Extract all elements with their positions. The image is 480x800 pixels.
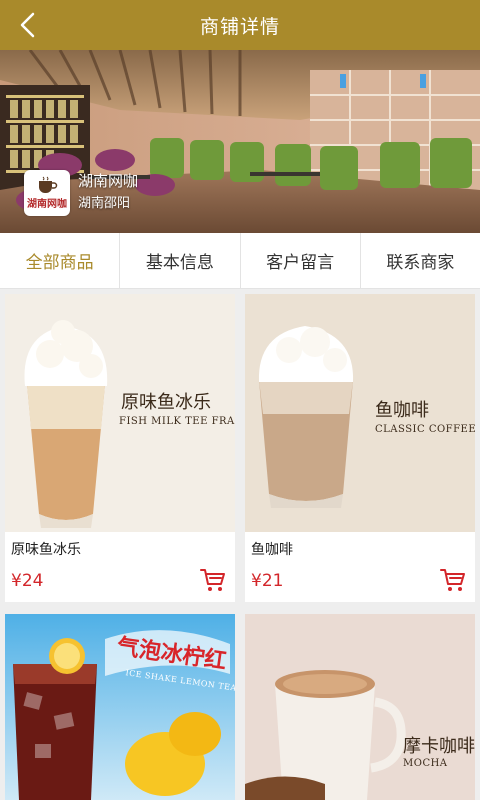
tab-basic-info[interactable]: 基本信息 bbox=[120, 233, 241, 288]
product-name: 原味鱼冰乐 bbox=[11, 542, 81, 558]
product-card[interactable]: 摩卡咖啡 MOCHA bbox=[245, 614, 475, 800]
product-card[interactable]: 鱼咖啡 CLASSIC COFFEE 鱼咖啡 ¥21 bbox=[245, 294, 475, 602]
shopping-cart-icon bbox=[200, 569, 225, 591]
product-image[interactable]: 气泡冰柠红 ICE SHAKE LEMON TEA bbox=[5, 614, 235, 800]
shop-location: 湖南邵阳 bbox=[78, 196, 131, 211]
back-button[interactable] bbox=[8, 5, 48, 45]
tab-customer-messages[interactable]: 客户留言 bbox=[241, 233, 361, 288]
product-price: ¥21 bbox=[251, 571, 284, 591]
logo-text: 湖南网咖 bbox=[27, 199, 67, 210]
shop-name: 湖南网咖 bbox=[78, 172, 139, 190]
tab-contact-merchant[interactable]: 联系商家 bbox=[361, 233, 480, 288]
product-overlay-title: 原味鱼冰乐 bbox=[121, 392, 211, 413]
top-bar: 商铺详情 bbox=[0, 0, 480, 50]
coffee-cup-icon bbox=[39, 176, 58, 193]
product-overlay-subtitle: CLASSIC COFFEE bbox=[375, 424, 475, 435]
shop-tabs: 全部商品 基本信息 客户留言 联系商家 bbox=[0, 233, 480, 289]
product-overlay-title: 鱼咖啡 bbox=[375, 400, 429, 421]
add-to-cart-button[interactable] bbox=[199, 566, 227, 594]
product-name: 鱼咖啡 bbox=[251, 542, 293, 558]
shop-banner bbox=[0, 50, 480, 233]
product-overlay-title: 摩卡咖啡 bbox=[403, 736, 475, 757]
mocha-drink-image bbox=[245, 614, 475, 800]
product-overlay-subtitle: FISH MILK TEE FRAPPE bbox=[119, 416, 235, 427]
product-card[interactable]: 原味鱼冰乐 FISH MILK TEE FRAPPE 原味鱼冰乐 ¥24 bbox=[5, 294, 235, 602]
add-to-cart-button[interactable] bbox=[439, 566, 467, 594]
shopping-cart-icon bbox=[440, 569, 465, 591]
coffee-drink-image bbox=[245, 294, 475, 532]
chevron-left-icon bbox=[20, 12, 35, 38]
shop-logo: 湖南网咖 bbox=[24, 170, 70, 216]
product-image[interactable]: 鱼咖啡 CLASSIC COFFEE bbox=[245, 294, 475, 532]
cafe-interior-image bbox=[0, 50, 480, 233]
tab-all-products[interactable]: 全部商品 bbox=[0, 233, 121, 288]
product-overlay-subtitle: MOCHA bbox=[403, 758, 448, 769]
page-title: 商铺详情 bbox=[199, 15, 280, 38]
product-image[interactable]: 摩卡咖啡 MOCHA bbox=[245, 614, 475, 800]
product-card[interactable]: 气泡冰柠红 ICE SHAKE LEMON TEA bbox=[5, 614, 235, 800]
product-price: ¥24 bbox=[11, 571, 44, 591]
product-image[interactable]: 原味鱼冰乐 FISH MILK TEE FRAPPE bbox=[5, 294, 235, 532]
